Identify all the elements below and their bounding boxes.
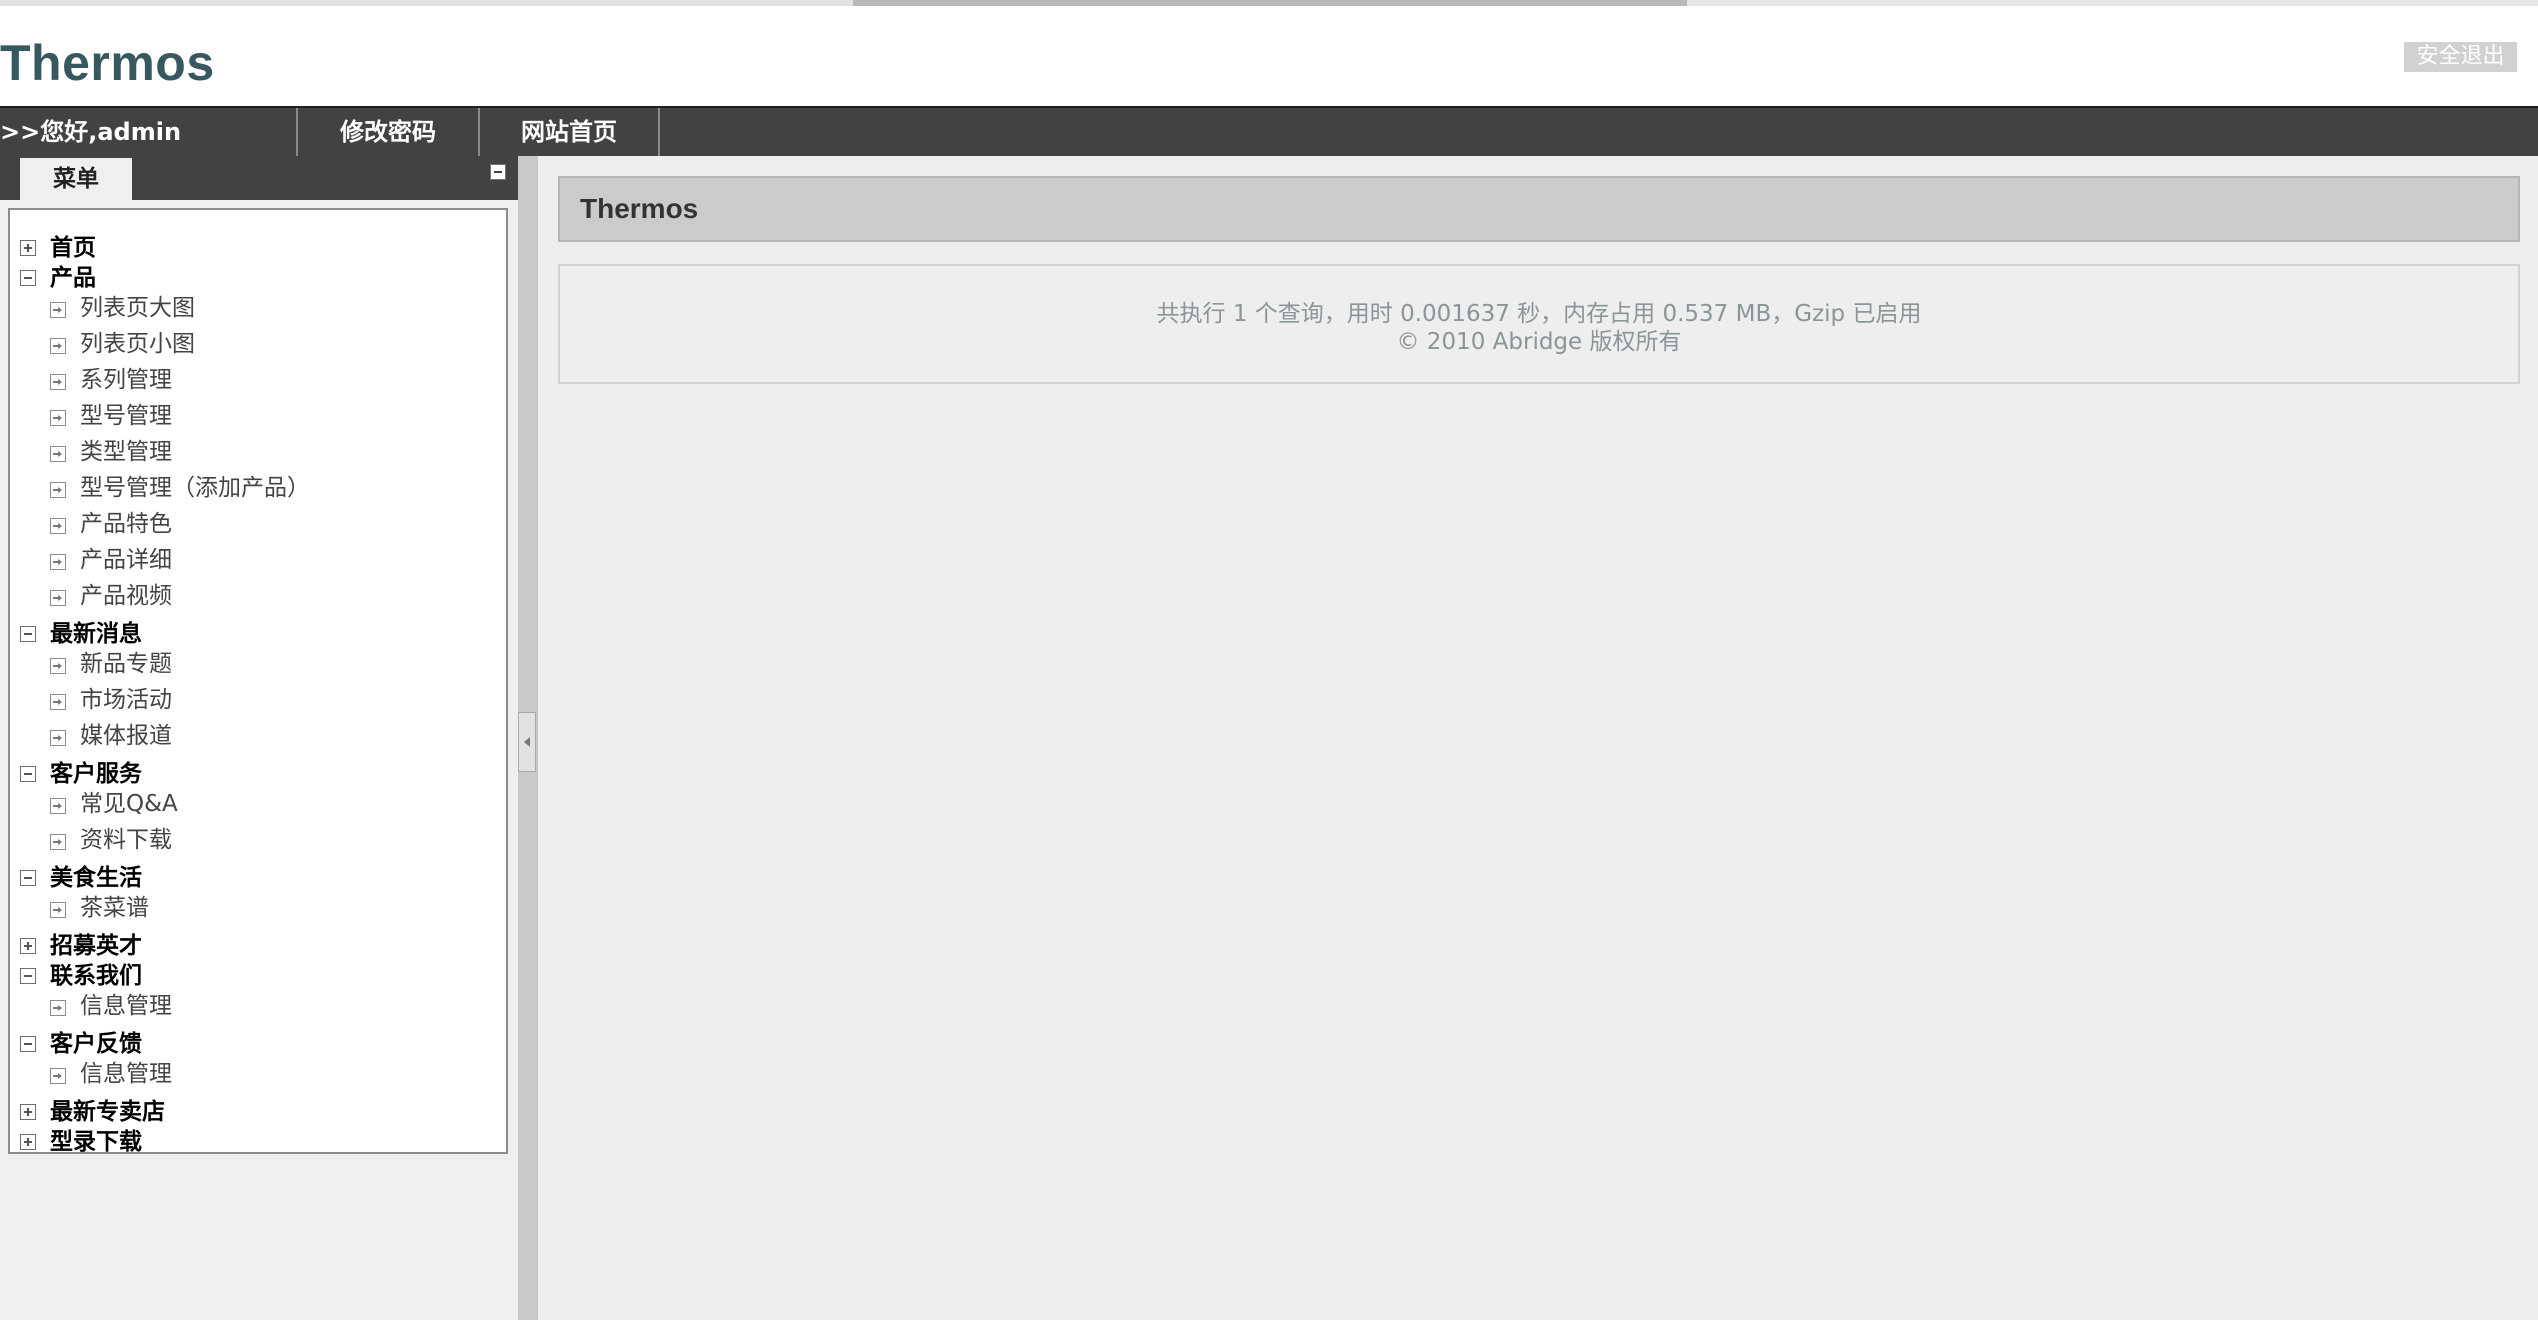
tree-item-label[interactable]: 新品专题 — [80, 650, 172, 678]
expand-icon[interactable] — [20, 1104, 36, 1120]
sidebar: 菜单 首页 产品 列表页大图列表页小图系列管理型号管理类型管理型号管理（添加产品） 产… — [0, 156, 518, 1320]
tree-item-label[interactable]: 类型管理 — [80, 438, 172, 466]
tree-category-label[interactable]: 最新专卖店 — [50, 1098, 165, 1126]
user-greeting: >>您好,admin — [0, 108, 298, 156]
tree-item-label[interactable]: 列表页小图 — [80, 330, 195, 358]
main-content: Thermos 共执行 1 个查询，用时 0.001637 秒，内存占用 0.5… — [538, 156, 2538, 1320]
footer-panel: 共执行 1 个查询，用时 0.001637 秒，内存占用 0.537 MB，Gz… — [558, 264, 2520, 384]
page-icon — [50, 798, 66, 814]
page-icon — [50, 482, 66, 498]
expand-icon[interactable] — [20, 240, 36, 256]
collapse-icon[interactable] — [20, 270, 36, 286]
collapse-icon[interactable] — [20, 870, 36, 886]
collapse-icon[interactable] — [490, 164, 506, 180]
tree-category-label[interactable]: 型录下载 — [50, 1128, 142, 1156]
page-icon — [50, 694, 66, 710]
page-icon — [50, 834, 66, 850]
expand-icon[interactable] — [20, 938, 36, 954]
tree-item-label[interactable]: 信息管理 — [80, 992, 172, 1020]
tree-item-label[interactable]: 系列管理 — [80, 366, 172, 394]
site-home-link[interactable]: 网站首页 — [480, 108, 660, 156]
tree-item-label[interactable]: 信息管理 — [80, 1060, 172, 1088]
tree-item-label[interactable]: 媒体报道 — [80, 722, 172, 750]
tree-item-label[interactable]: 资料下载 — [80, 826, 172, 854]
sidebar-header: 菜单 — [0, 156, 518, 200]
menu-tree: 首页 产品 列表页大图列表页小图系列管理型号管理类型管理型号管理（添加产品） 产品特色… — [8, 208, 508, 1156]
change-password-link[interactable]: 修改密码 — [298, 108, 480, 156]
site-logo: Thermos — [0, 35, 215, 91]
tree-category-label[interactable]: 美食生活 — [50, 864, 142, 892]
tree-item-label[interactable]: 型号管理 — [80, 402, 172, 430]
page-icon — [50, 374, 66, 390]
collapse-icon[interactable] — [20, 626, 36, 642]
page-icon — [50, 1000, 66, 1016]
tab-menu[interactable]: 菜单 — [20, 158, 132, 200]
page-icon — [50, 518, 66, 534]
tree-item-label[interactable]: 型号管理（添加产品） — [80, 474, 310, 502]
collapse-sidebar-handle[interactable] — [518, 712, 536, 772]
collapse-icon[interactable] — [20, 968, 36, 984]
tree-item-label[interactable]: 产品详细 — [80, 546, 172, 574]
tree-category-label[interactable]: 招募英才 — [50, 932, 142, 960]
collapse-icon[interactable] — [20, 766, 36, 782]
panel-splitter[interactable] — [518, 156, 538, 1320]
page-title: Thermos — [558, 176, 2520, 242]
tree-category-label[interactable]: 首页 — [50, 234, 96, 262]
page-icon — [50, 730, 66, 746]
page-icon — [50, 902, 66, 918]
page-icon — [50, 338, 66, 354]
collapse-icon[interactable] — [20, 1036, 36, 1052]
browser-top-strip — [0, 0, 2538, 6]
tree-item-label[interactable]: 列表页大图 — [80, 294, 195, 322]
tree-category-label[interactable]: 产品 — [50, 264, 96, 292]
page-icon — [50, 302, 66, 318]
tree-category-label[interactable]: 联系我们 — [50, 962, 142, 990]
page-icon — [50, 590, 66, 606]
tree-item-label[interactable]: 常见Q&A — [80, 790, 178, 818]
page-icon — [50, 1068, 66, 1084]
tree-category-label[interactable]: 客户反馈 — [50, 1030, 142, 1058]
page-icon — [50, 446, 66, 462]
tree-item-label[interactable]: 产品视频 — [80, 582, 172, 610]
logout-button[interactable]: 安全退出 — [2404, 42, 2517, 72]
tree-category-label[interactable]: 最新消息 — [50, 620, 142, 648]
top-navbar: >>您好,admin 修改密码 网站首页 — [0, 106, 2538, 156]
tree-item-label[interactable]: 产品特色 — [80, 510, 172, 538]
tree-category-label[interactable]: 客户服务 — [50, 760, 142, 788]
tree-item-label[interactable]: 市场活动 — [80, 686, 172, 714]
page-icon — [50, 658, 66, 674]
expand-icon[interactable] — [20, 1134, 36, 1150]
tree-item-label[interactable]: 茶菜谱 — [80, 894, 149, 922]
page-icon — [50, 554, 66, 570]
copyright-text: © 2010 Abridge 版权所有 — [1396, 329, 1682, 355]
page-icon — [50, 410, 66, 426]
